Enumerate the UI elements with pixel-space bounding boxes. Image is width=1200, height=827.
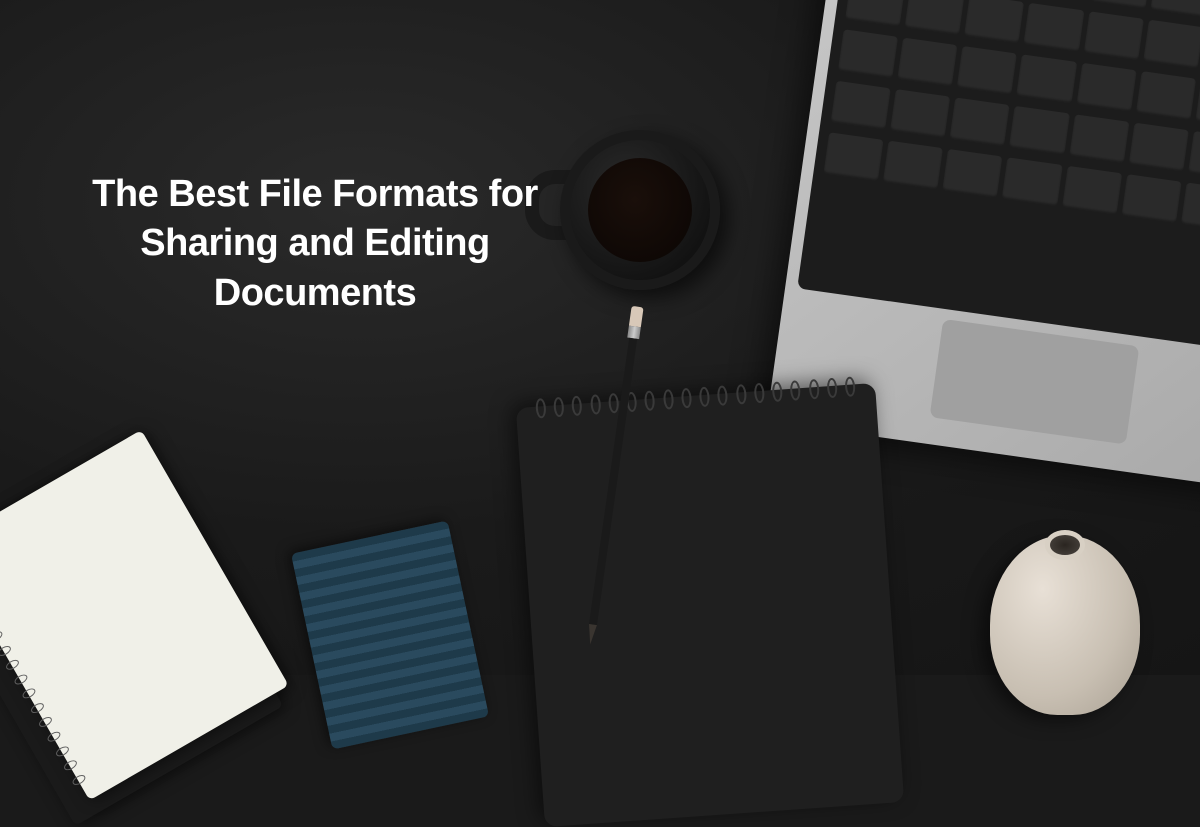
blue-textured-box-prop	[291, 521, 489, 750]
hero-image-scene: The Best File Formats for Sharing and Ed…	[0, 0, 1200, 675]
ceramic-vase-prop	[990, 535, 1140, 715]
coffee-mug-prop	[560, 130, 740, 310]
spiral-notebook-prop	[516, 383, 904, 827]
article-title: The Best File Formats for Sharing and Ed…	[85, 170, 545, 318]
